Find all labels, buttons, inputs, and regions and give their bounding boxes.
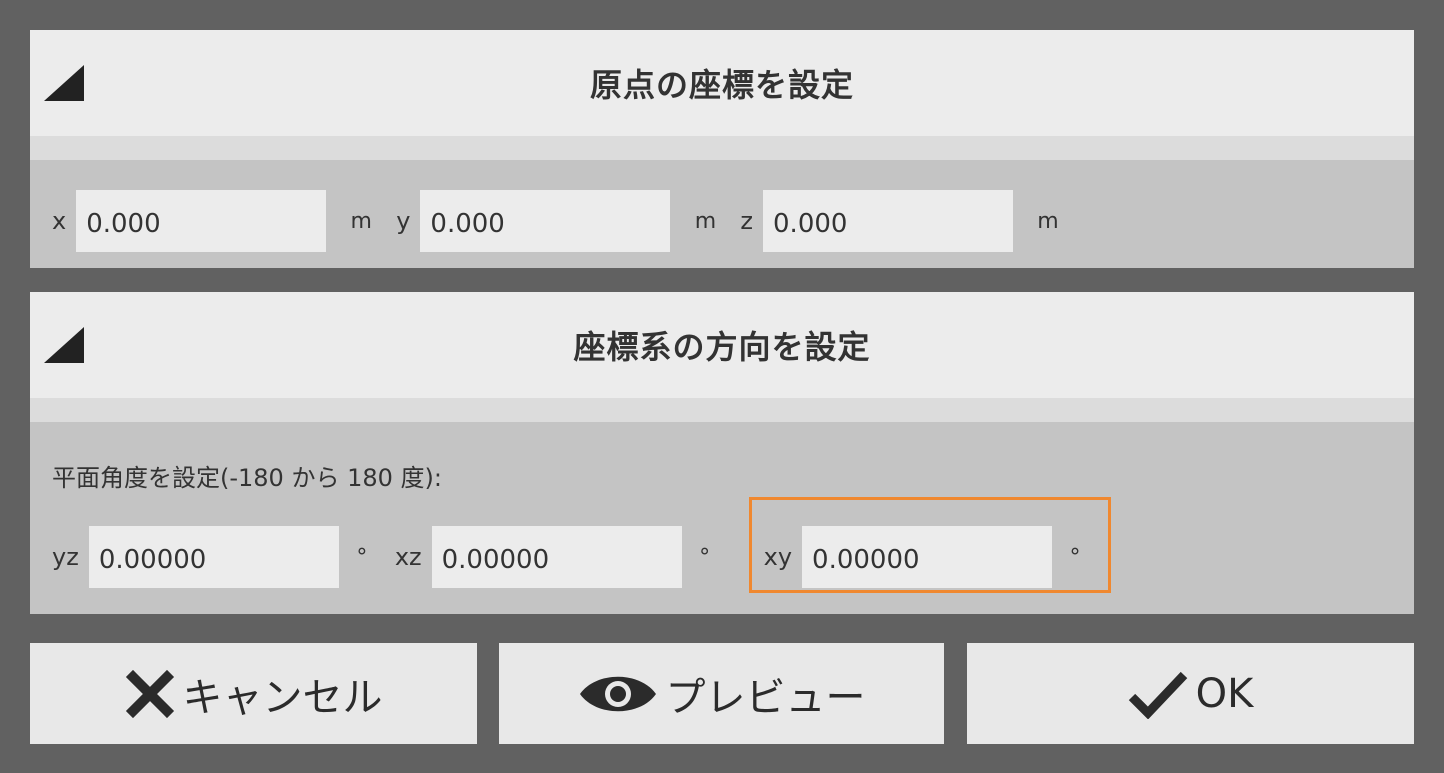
x-unit: m xyxy=(350,208,372,234)
close-icon xyxy=(125,669,174,718)
preview-button[interactable]: プレビュー xyxy=(499,643,944,744)
origin-y-input[interactable] xyxy=(420,190,671,252)
yz-angle-input[interactable] xyxy=(88,526,339,588)
ok-button[interactable]: OK xyxy=(967,643,1414,744)
divider xyxy=(30,136,1414,160)
origin-section-title: 原点の座標を設定 xyxy=(589,66,854,104)
preview-label: プレビュー xyxy=(665,674,866,721)
dialog-frame: 原点の座標を設定 x m y m z m 座標系の方向を設定 xyxy=(0,0,1444,773)
orientation-fields: 平面角度を設定(-180 から 180 度): yz ° xz ° xy ° xyxy=(30,422,1414,614)
checkmark-icon xyxy=(1128,671,1187,719)
orientation-section: 座標系の方向を設定 平面角度を設定(-180 から 180 度): yz ° x… xyxy=(30,292,1414,614)
yz-unit: ° xyxy=(356,544,368,570)
origin-fields: x m y m z m xyxy=(30,160,1414,268)
y-label: y xyxy=(396,207,411,235)
divider xyxy=(30,398,1414,422)
xz-unit: ° xyxy=(699,544,711,570)
xz-label: xz xyxy=(394,543,422,571)
origin-section-header[interactable]: 原点の座標を設定 xyxy=(30,30,1414,136)
yz-label: yz xyxy=(52,543,79,571)
eye-icon xyxy=(579,676,656,711)
x-label: x xyxy=(52,207,67,235)
xz-angle-input[interactable] xyxy=(431,526,682,588)
ok-label: OK xyxy=(1195,670,1254,717)
orientation-section-title: 座標系の方向を設定 xyxy=(573,328,871,366)
y-unit: m xyxy=(694,208,717,234)
cancel-label: キャンセル xyxy=(182,674,383,721)
z-unit: m xyxy=(1037,208,1059,234)
orientation-section-header[interactable]: 座標系の方向を設定 xyxy=(30,292,1414,398)
xy-field-highlight xyxy=(749,497,1111,593)
origin-x-input[interactable] xyxy=(76,190,327,252)
z-label: z xyxy=(740,207,754,235)
origin-z-input[interactable] xyxy=(763,190,1014,252)
origin-section: 原点の座標を設定 x m y m z m xyxy=(30,30,1414,268)
collapse-triangle-icon[interactable] xyxy=(44,65,84,101)
cancel-button[interactable]: キャンセル xyxy=(30,643,477,744)
collapse-triangle-icon[interactable] xyxy=(44,327,84,363)
angle-range-hint: 平面角度を設定(-180 から 180 度): xyxy=(52,464,442,492)
